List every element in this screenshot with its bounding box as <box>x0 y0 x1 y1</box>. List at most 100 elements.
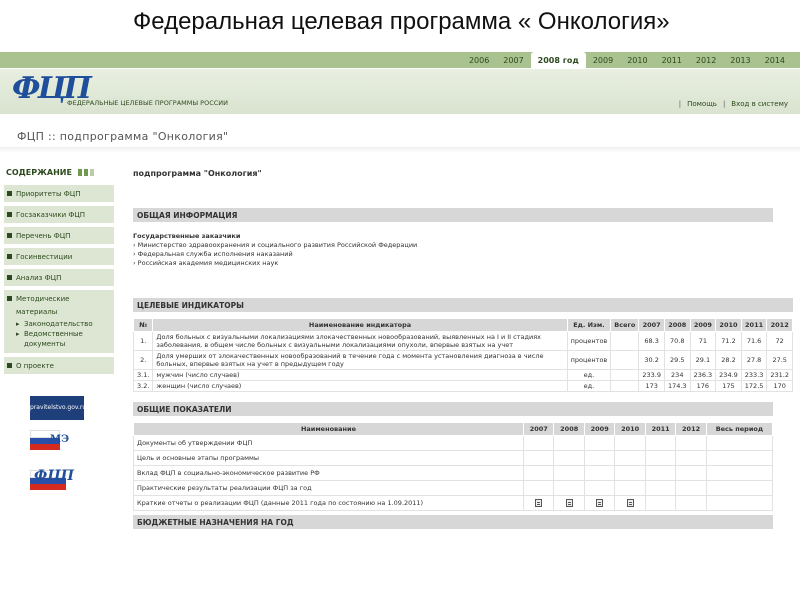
indicator-value: 72 <box>766 331 793 351</box>
indicator-value: 236.3 <box>689 369 717 381</box>
metric-name[interactable]: Краткие отчеты о реализации ФЦП (данные … <box>133 495 524 511</box>
sidebar-title-label: СОДЕРЖАНИЕ <box>6 168 72 177</box>
indicator-value: 231.2 <box>766 369 793 381</box>
help-link[interactable]: Помощь <box>687 100 717 108</box>
year-tab[interactable]: 2009 <box>586 54 620 68</box>
indicator-value: 234 <box>663 369 691 381</box>
table-row: 3.1. мужчин (число случаев) ед. 233.9 234 236… <box>132 369 793 381</box>
metric-cell <box>644 450 677 466</box>
sidebar-subitem[interactable]: Ведомственные документы <box>16 329 111 349</box>
metric-cell <box>644 480 677 496</box>
sidebar-item-label: Госинвестиции <box>16 253 73 261</box>
login-link[interactable]: Вход в систему <box>731 100 788 108</box>
row-number: 3.1. <box>132 369 154 381</box>
column-header: 2009 <box>689 318 717 332</box>
metric-name[interactable]: Документы об утверждении ФЦП <box>133 435 524 451</box>
year-tab[interactable]: 2010 <box>620 54 654 68</box>
column-header: 2012 <box>766 318 793 332</box>
table-row: Краткие отчеты о реализации ФЦП (данные … <box>133 495 774 511</box>
indicator-total <box>610 331 640 351</box>
sidebar: СОДЕРЖАНИЕ Приоритеты ФЦП Госзаказчики ФЦ… <box>0 162 120 498</box>
breadcrumb: ФЦП :: подпрограмма "Онкология" <box>17 130 229 143</box>
column-header: 2012 <box>675 422 707 436</box>
sidebar-item[interactable]: Госзаказчики ФЦП <box>4 206 114 225</box>
metric-cell <box>583 465 616 481</box>
metric-cell <box>705 465 774 481</box>
page-title: подпрограмма "Онкология" <box>133 169 262 178</box>
table-row: Документы об утверждении ФЦП <box>133 435 774 451</box>
me-logo[interactable]: МЭ <box>30 430 84 454</box>
banner-links: | Помощь | Вход в систему <box>679 100 788 108</box>
metric-cell <box>553 435 585 451</box>
table-row: 1. Доля больных с визуальными локализация… <box>132 331 793 351</box>
document-icon[interactable] <box>626 499 634 507</box>
metric-cell <box>705 435 774 451</box>
gov-customer-item: Федеральная служба исполнения наказаний <box>133 250 793 259</box>
column-header: Всего <box>610 318 640 332</box>
metric-cell <box>675 465 707 481</box>
column-header: 2008 <box>663 318 691 332</box>
sidebar-item[interactable]: Методические материалы ЗаконодательствоВе… <box>4 290 114 355</box>
sidebar-item-label: Методические материалы <box>16 295 70 316</box>
link-separator: | <box>722 100 726 108</box>
fcp-small-logo[interactable]: ФЦП <box>30 464 84 490</box>
year-tab[interactable]: 2007 <box>496 54 530 68</box>
sidebar-subitem[interactable]: Законодательство <box>16 319 111 329</box>
general-info-heading: ОБЩАЯ ИНФОРМАЦИЯ <box>133 208 773 222</box>
pravitelstvo-logo[interactable]: pravitelstvo.gov.ru <box>30 396 86 420</box>
divider <box>0 147 800 153</box>
banner: ФЦП ФЕДЕРАЛЬНЫЕ ЦЕЛЕВЫЕ ПРОГРАММЫ РОССИИ… <box>0 68 800 114</box>
sidebar-item[interactable]: Госинвестиции <box>4 248 114 267</box>
metric-name[interactable]: Цель и основные этапы программы <box>133 450 524 466</box>
metric-cell <box>583 495 616 511</box>
main-content: подпрограмма "Онкология" ОБЩАЯ ИНФОРМАЦИ… <box>132 162 793 529</box>
sidebar-item[interactable]: Анализ ФЦП <box>4 269 114 288</box>
document-icon[interactable] <box>565 499 573 507</box>
metric-cell <box>614 450 646 466</box>
column-header: 2007 <box>522 422 555 436</box>
indicator-value: 68.3 <box>638 331 665 351</box>
blocks-icon <box>77 169 94 176</box>
sidebar-title: СОДЕРЖАНИЕ <box>0 162 120 183</box>
me-logo-text: МЭ <box>50 434 70 445</box>
sidebar-item[interactable]: Перечень ФЦП <box>4 227 114 246</box>
metric-cell <box>644 495 677 511</box>
metric-cell <box>522 435 555 451</box>
year-tab[interactable]: 2014 <box>758 54 792 68</box>
indicator-total <box>610 369 640 381</box>
sidebar-menu: Приоритеты ФЦП Госзаказчики ФЦП Перечень Ф… <box>0 185 120 376</box>
column-header: Наименование <box>133 422 524 436</box>
indicator-value: 234.9 <box>715 369 742 381</box>
row-number: 1. <box>132 331 154 351</box>
general-metrics-heading: ОБЩИЕ ПОКАЗАТЕЛИ <box>133 402 773 416</box>
metric-cell <box>553 450 585 466</box>
indicator-value: 71.6 <box>740 331 768 351</box>
indicator-name: мужчин (число случаев) <box>152 369 568 381</box>
sidebar-item-label: О проекте <box>16 362 54 370</box>
metric-cell <box>553 480 585 496</box>
metric-cell <box>614 435 646 451</box>
year-tab[interactable]: 2011 <box>655 54 689 68</box>
metric-cell <box>675 495 707 511</box>
gov-customers-label: Государственные заказчики <box>133 232 241 240</box>
document-icon[interactable] <box>596 499 604 507</box>
column-header: Наименование индикатора <box>152 318 568 332</box>
fcp-logo[interactable]: ФЦП <box>6 71 92 111</box>
year-tab[interactable]: 2012 <box>689 54 723 68</box>
metric-cell <box>522 465 555 481</box>
metric-name[interactable]: Вклад ФЦП в социально-экономическое разв… <box>133 465 524 481</box>
sidebar-item[interactable]: О проекте <box>4 357 114 376</box>
indicator-unit: ед. <box>566 369 612 381</box>
metric-cell <box>522 450 555 466</box>
metric-cell <box>522 480 555 496</box>
document-icon[interactable] <box>535 499 543 507</box>
year-tab[interactable]: 2006 <box>462 54 496 68</box>
metric-name[interactable]: Практические результаты реализации ФЦП з… <box>133 480 524 496</box>
indicator-value: 70.8 <box>663 331 691 351</box>
indicator-value: 71 <box>689 331 717 351</box>
metric-cell <box>614 480 646 496</box>
year-tab[interactable]: 2013 <box>723 54 757 68</box>
budget-heading: БЮДЖЕТНЫЕ НАЗНАЧЕНИЯ НА ГОД <box>133 515 773 529</box>
indicators-table: № Наименование индикатора Ед. Изм. Всего 200… <box>132 318 793 392</box>
sidebar-item[interactable]: Приоритеты ФЦП <box>4 185 114 204</box>
